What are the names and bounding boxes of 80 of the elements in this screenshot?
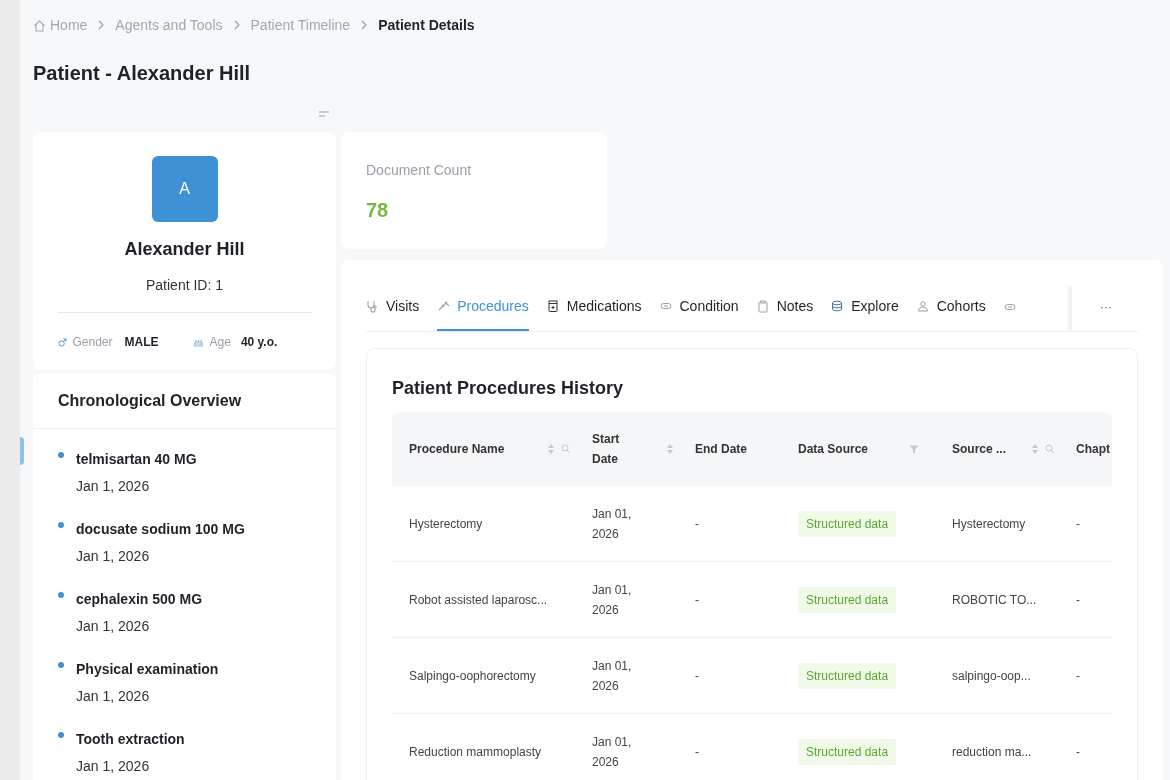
- status-tag: Structured data: [798, 738, 897, 765]
- tab[interactable]: Notes: [756, 286, 814, 331]
- status-tag: Structured data: [798, 662, 897, 689]
- tab[interactable]: Explore: [831, 286, 899, 331]
- table-cell-text: Jan 01, 2026: [592, 505, 632, 543]
- timeline-item-date: Jan 1, 2026: [76, 477, 151, 496]
- database-icon: [831, 300, 844, 313]
- page-title: Patient - Alexander Hill: [33, 61, 252, 86]
- column-header: Chapt: [1075, 441, 1111, 458]
- pill-bottle-icon: [546, 300, 559, 313]
- document-count-value: 78: [366, 198, 390, 223]
- breadcrumb-current: Patient Details: [378, 15, 475, 35]
- table-cell: -: [1076, 744, 1080, 759]
- stethoscope-icon: [366, 300, 378, 313]
- filter-icon[interactable]: [909, 444, 919, 454]
- timeline-item-title: cephalexin 500 MG: [76, 590, 203, 609]
- timeline-item-date: Jan 1, 2026: [76, 687, 151, 706]
- search-icon[interactable]: [1045, 444, 1055, 454]
- table-cell: Robot assisted laparosc...: [409, 592, 548, 607]
- status-tag: Structured data: [798, 586, 897, 613]
- cake-icon: [192, 337, 204, 347]
- sort-icon[interactable]: [547, 443, 555, 455]
- sort-icon[interactable]: [666, 443, 674, 455]
- table-cell: -: [695, 592, 699, 607]
- table-title: Patient Procedures History: [392, 377, 625, 400]
- collapse-icon[interactable]: [318, 110, 330, 118]
- table-cell: Hysterectomy: [952, 516, 1026, 531]
- timeline-item-title: Tooth extraction: [76, 730, 185, 749]
- timeline-item-title: telmisartan 40 MG: [76, 450, 197, 469]
- sidebar-handle[interactable]: [20, 437, 24, 465]
- patient-name: Alexander Hill: [124, 238, 245, 261]
- table-cell-text: Jan 01, 2026: [592, 657, 632, 695]
- timeline-item-date: Jan 1, 2026: [76, 757, 151, 776]
- clipboard-icon: [756, 300, 769, 313]
- more-tabs-button[interactable]: ···: [1100, 297, 1112, 320]
- sort-icon[interactable]: [1031, 443, 1039, 455]
- overview-title: Chronological Overview: [33, 373, 336, 429]
- table-cell: -: [695, 516, 699, 531]
- chevron-right-icon: [97, 20, 106, 30]
- tab[interactable]: Medications: [546, 286, 642, 331]
- patient-id: Patient ID: 1: [145, 276, 223, 295]
- table-cell: -: [1076, 592, 1080, 607]
- table-cell: -: [1076, 516, 1080, 531]
- column-header: End Date: [694, 441, 748, 458]
- gender-value: MALE: [124, 334, 159, 351]
- tab[interactable]: Cohorts: [916, 286, 986, 331]
- age-label: Age: [209, 334, 231, 351]
- table-cell-text: Jan 01, 2026: [592, 581, 632, 619]
- chevron-right-icon: [232, 20, 241, 30]
- table-cell: -: [1076, 668, 1080, 683]
- column-header: Source ...: [935, 440, 1059, 458]
- document-count-label: Document Count: [366, 161, 473, 180]
- table-cell: -: [695, 668, 699, 683]
- syringe-icon: [437, 300, 450, 313]
- timeline-item-date: Jan 1, 2026: [76, 617, 151, 636]
- home-icon[interactable]: [33, 18, 46, 32]
- tab[interactable]: Condition: [659, 286, 739, 331]
- column-header: Data Source: [781, 440, 935, 458]
- age-value: 40 y.o.: [240, 334, 278, 351]
- column-header: Start Date: [575, 429, 678, 469]
- column-header: Procedure Name: [392, 440, 575, 458]
- timeline-item-date: Jan 1, 2026: [76, 547, 151, 566]
- table-cell: -: [695, 744, 699, 759]
- male-icon: [57, 337, 67, 347]
- gender-label: Gender: [72, 334, 113, 351]
- table-cell-text: Jan 01, 2026: [592, 733, 632, 771]
- search-icon[interactable]: [561, 444, 571, 454]
- users-icon: [916, 300, 929, 313]
- table-cell: Salpingo-oophorectomy: [409, 668, 536, 683]
- status-tag: Structured data: [798, 510, 897, 537]
- chevron-right-icon: [360, 20, 369, 30]
- table-cell: Reduction mammoplasty: [409, 744, 542, 759]
- table-cell: salpingo-oop...: [952, 668, 1031, 683]
- timeline-item-title: docusate sodium 100 MG: [76, 520, 245, 539]
- avatar: A: [151, 156, 218, 222]
- tab[interactable]: Visits: [366, 286, 420, 331]
- table-cell: reduction ma...: [952, 744, 1032, 759]
- table-cell: Hysterectomy: [409, 516, 483, 531]
- table-cell: ROBOTIC TO...: [952, 592, 1037, 607]
- timeline-item-title: Physical examination: [76, 660, 219, 679]
